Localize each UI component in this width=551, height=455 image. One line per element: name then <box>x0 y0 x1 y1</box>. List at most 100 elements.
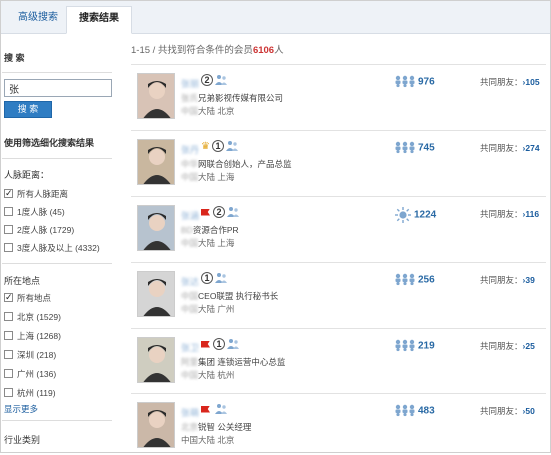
member-name[interactable]: 张萌 <box>181 406 199 419</box>
location-option-shenzhen[interactable]: 深圳 (218) <box>4 349 56 361</box>
checkbox[interactable] <box>4 187 13 199</box>
flag-icon <box>201 340 210 348</box>
divider <box>2 263 112 264</box>
degree-badge: 1 <box>211 140 224 152</box>
show-more-link[interactable]: 显示更多 <box>4 403 38 415</box>
divider <box>2 158 112 159</box>
result-row[interactable]: 张涵 2 BD资源合作PR 中国大陆 上海 1224 共同朋友：›116 <box>131 196 546 258</box>
connection-count: 256 <box>395 273 435 287</box>
member-location: 中国大陆 上海 <box>181 237 234 249</box>
location-text: 中国大陆 北京 <box>181 435 235 445</box>
avatar[interactable] <box>137 139 175 185</box>
people-icon <box>395 273 415 286</box>
avatar[interactable] <box>137 205 175 251</box>
degree-badge: 1 <box>213 338 225 350</box>
title-hidden: 中华 <box>181 159 199 169</box>
title-text: 资源合作PR <box>192 225 239 235</box>
member-name[interactable]: 张达 <box>181 275 199 288</box>
divider <box>2 420 112 421</box>
tab-search-results[interactable]: 搜索结果 <box>66 6 132 34</box>
member-name[interactable]: 张涵 <box>181 209 199 222</box>
mutual-friends: 共同朋友：›39 <box>480 274 535 286</box>
result-row[interactable]: 张卫 1 阿里集团 连锁运营中心总监 中国大陆 杭州 219 共同朋友：›25 <box>131 328 546 390</box>
option-label: 3度人脉及以上 (4332) <box>17 243 100 253</box>
checkbox[interactable] <box>4 388 13 397</box>
title-text: CEO联盟 执行秘书长 <box>198 291 279 301</box>
result-row[interactable]: 张丹 ♛ 1 中华网联合创始人，产品总监 中国大陆 上海 745 共同朋友：›274 <box>131 130 546 192</box>
badges: ♛ 1 <box>201 140 238 154</box>
friends-label: 共同朋友： <box>480 341 523 351</box>
option-label: 上海 (1268) <box>17 331 61 341</box>
connection-count: 1224 <box>395 207 436 223</box>
connection-count: 976 <box>395 75 435 89</box>
mutual-friends: 共同朋友：›105 <box>480 76 540 88</box>
distance-option-all[interactable]: 所有人脉距离 <box>4 187 68 200</box>
member-name[interactable]: 张卫 <box>181 341 199 354</box>
mutual-friends-link[interactable]: ›39 <box>523 275 535 285</box>
mutual-friends-link[interactable]: ›274 <box>523 143 540 153</box>
title-text: 网联合创始人，产品总监 <box>198 159 292 169</box>
location-option-beijing[interactable]: 北京 (1529) <box>4 311 61 323</box>
connection-count: 745 <box>395 141 435 155</box>
distance-option-1st[interactable]: 1度人脉 (45) <box>4 206 65 218</box>
result-row[interactable]: 张丽 2 张氏兄弟影视传媒有限公司 中国大陆 北京 976 共同朋友：›105 <box>131 64 546 126</box>
connection-count: 219 <box>395 339 435 353</box>
mutual-friends-link[interactable]: ›50 <box>523 406 535 416</box>
badges: 1 <box>201 338 239 352</box>
member-name[interactable]: 张丽 <box>181 77 199 90</box>
friends-label: 共同朋友： <box>480 275 523 285</box>
result-count: 6106 <box>252 45 275 56</box>
location-hidden: 中国 <box>181 304 199 314</box>
avatar[interactable] <box>137 402 175 448</box>
location-hidden: 中国 <box>181 238 199 248</box>
count-value: 976 <box>418 76 435 88</box>
mutual-friends-link[interactable]: ›25 <box>523 341 535 351</box>
search-input[interactable] <box>4 79 112 97</box>
location-hidden: 中国 <box>181 106 199 116</box>
checkbox[interactable] <box>4 243 13 252</box>
avatar[interactable] <box>137 271 175 317</box>
checkbox[interactable] <box>4 207 13 216</box>
result-row[interactable]: 张萌 北京锐智 公关经理 中国大陆 北京 483 共同朋友：›50 <box>131 393 546 455</box>
location-option-shanghai[interactable]: 上海 (1268) <box>4 330 61 342</box>
location-text: 大陆 杭州 <box>198 370 235 380</box>
distance-option-3rd[interactable]: 3度人脉及以上 (4332) <box>4 242 100 254</box>
member-title: BD资源合作PR <box>181 224 239 236</box>
distance-option-2nd[interactable]: 2度人脉 (1729) <box>4 224 74 236</box>
avatar[interactable] <box>137 73 175 119</box>
mutual-friends-link[interactable]: ›105 <box>523 77 540 87</box>
location-option-all[interactable]: 所有地点 <box>4 291 51 304</box>
mutual-friends: 共同朋友：›116 <box>480 208 539 220</box>
result-row[interactable]: 张达 1 中国CEO联盟 执行秘书长 中国大陆 广州 256 共同朋友：›39 <box>131 262 546 324</box>
option-label: 深圳 (218) <box>17 350 57 360</box>
location-text: 大陆 广州 <box>198 304 235 314</box>
degree-badge: 1 <box>201 272 213 284</box>
count-value: 256 <box>418 274 435 286</box>
checkbox[interactable] <box>4 350 13 359</box>
member-name[interactable]: 张丹 <box>181 143 199 156</box>
summary-suffix: 人 <box>274 45 284 56</box>
option-label: 北京 (1529) <box>17 312 61 322</box>
location-text: 大陆 上海 <box>198 238 235 248</box>
location-option-guangzhou[interactable]: 广州 (136) <box>4 368 56 380</box>
title-hidden: 北京 <box>181 422 199 432</box>
count-value: 483 <box>418 405 435 417</box>
mutual-friends-link[interactable]: ›116 <box>523 209 540 219</box>
results-summary: 1-15 / 共找到符合条件的会员6106人 <box>131 42 284 56</box>
location-hidden: 中国 <box>181 172 199 182</box>
people-icon <box>395 339 415 352</box>
search-section-title: 搜 索 <box>4 53 25 63</box>
checkbox[interactable] <box>4 369 13 378</box>
crown-icon: ♛ <box>201 140 210 152</box>
checkbox[interactable] <box>4 291 13 303</box>
location-option-hangzhou[interactable]: 杭州 (119) <box>4 387 56 399</box>
avatar[interactable] <box>137 337 175 383</box>
checkbox[interactable] <box>4 331 13 340</box>
tab-advanced-search[interactable]: 高级搜索 <box>6 6 70 34</box>
location-hidden: 中国 <box>181 370 199 380</box>
checkbox[interactable] <box>4 225 13 234</box>
location-text: 大陆 上海 <box>198 172 235 182</box>
checkbox[interactable] <box>4 312 13 321</box>
search-button[interactable]: 搜 索 <box>4 101 52 118</box>
member-location: 中国大陆 杭州 <box>181 369 234 381</box>
